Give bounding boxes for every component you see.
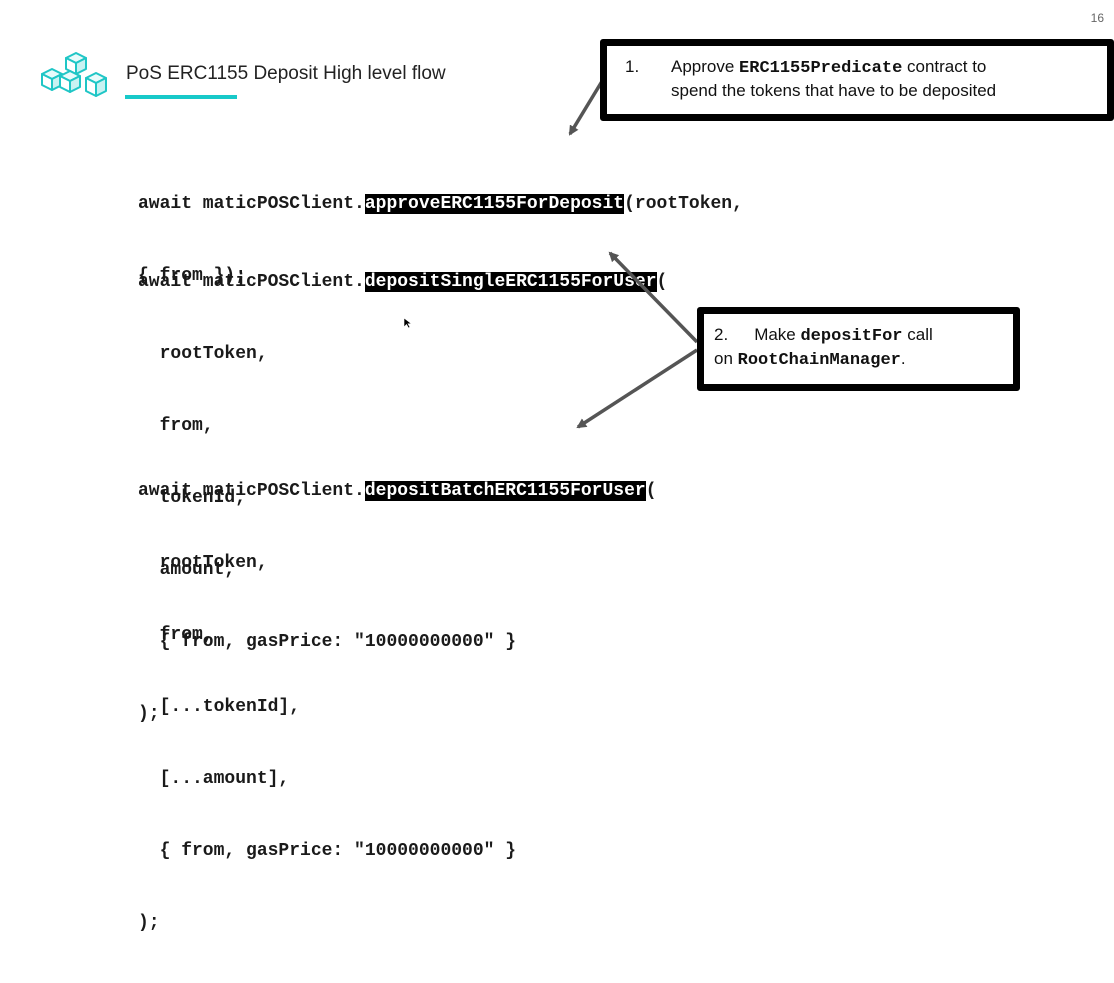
code-line: rootToken,: [138, 553, 268, 573]
callout-text: Make: [754, 325, 801, 344]
callout-text: call: [902, 325, 933, 344]
code-line: await maticPOSClient.approveERC1155ForDe…: [138, 192, 743, 216]
slide: 16 PoS ERC1155 Deposit High level flow a…: [0, 0, 1114, 933]
code-block-deposit-batch: await maticPOSClient.depositBatchERC1155…: [138, 431, 657, 983]
callout-step1: 1. Approve ERC1155Predicate contract to …: [600, 39, 1114, 121]
code-text: (: [656, 272, 668, 292]
code-line: from,: [138, 625, 214, 645]
code-text: await maticPOSClient.: [138, 272, 365, 292]
highlighted-method: depositSingleERC1155ForUser: [364, 272, 657, 292]
page-number: 16: [1090, 11, 1104, 25]
title-underline: [125, 95, 237, 99]
code-line: await maticPOSClient.depositBatchERC1155…: [138, 479, 657, 503]
code-text: await maticPOSClient.: [138, 481, 365, 501]
callout-text: .: [900, 349, 906, 368]
callout-text: on: [714, 349, 738, 368]
callout-text: contract to: [902, 57, 987, 76]
mouse-cursor-icon: [404, 318, 412, 328]
code-line: [...amount],: [138, 769, 290, 789]
code-line: rootToken,: [138, 344, 268, 364]
code-text: (: [645, 481, 657, 501]
callout-number: 2.: [714, 325, 729, 344]
slide-title: PoS ERC1155 Deposit High level flow: [126, 63, 446, 84]
code-text: (rootToken,: [624, 194, 743, 214]
highlighted-method: depositBatchERC1155ForUser: [364, 481, 646, 501]
callout-code: RootChainManager: [737, 351, 901, 370]
arrow-step1: [568, 77, 606, 136]
highlighted-method: approveERC1155ForDeposit: [364, 194, 625, 214]
callout-number: 1.: [625, 57, 640, 76]
code-line: );: [138, 913, 160, 933]
cubes-logo-icon: [41, 52, 107, 97]
code-text: await maticPOSClient.: [138, 194, 365, 214]
callout-code: ERC1155Predicate: [739, 59, 903, 78]
code-line: await maticPOSClient.depositSingleERC115…: [138, 270, 667, 294]
callout-step2: 2. Make depositFor call on RootChainManag…: [697, 307, 1020, 391]
callout-text: Approve: [671, 57, 740, 76]
callout-text: spend the tokens that have to be deposit…: [671, 81, 997, 100]
code-line: [...tokenId],: [138, 697, 301, 717]
code-line: { from, gasPrice: "10000000000" }: [138, 841, 517, 861]
callout-code: depositFor: [800, 327, 903, 346]
